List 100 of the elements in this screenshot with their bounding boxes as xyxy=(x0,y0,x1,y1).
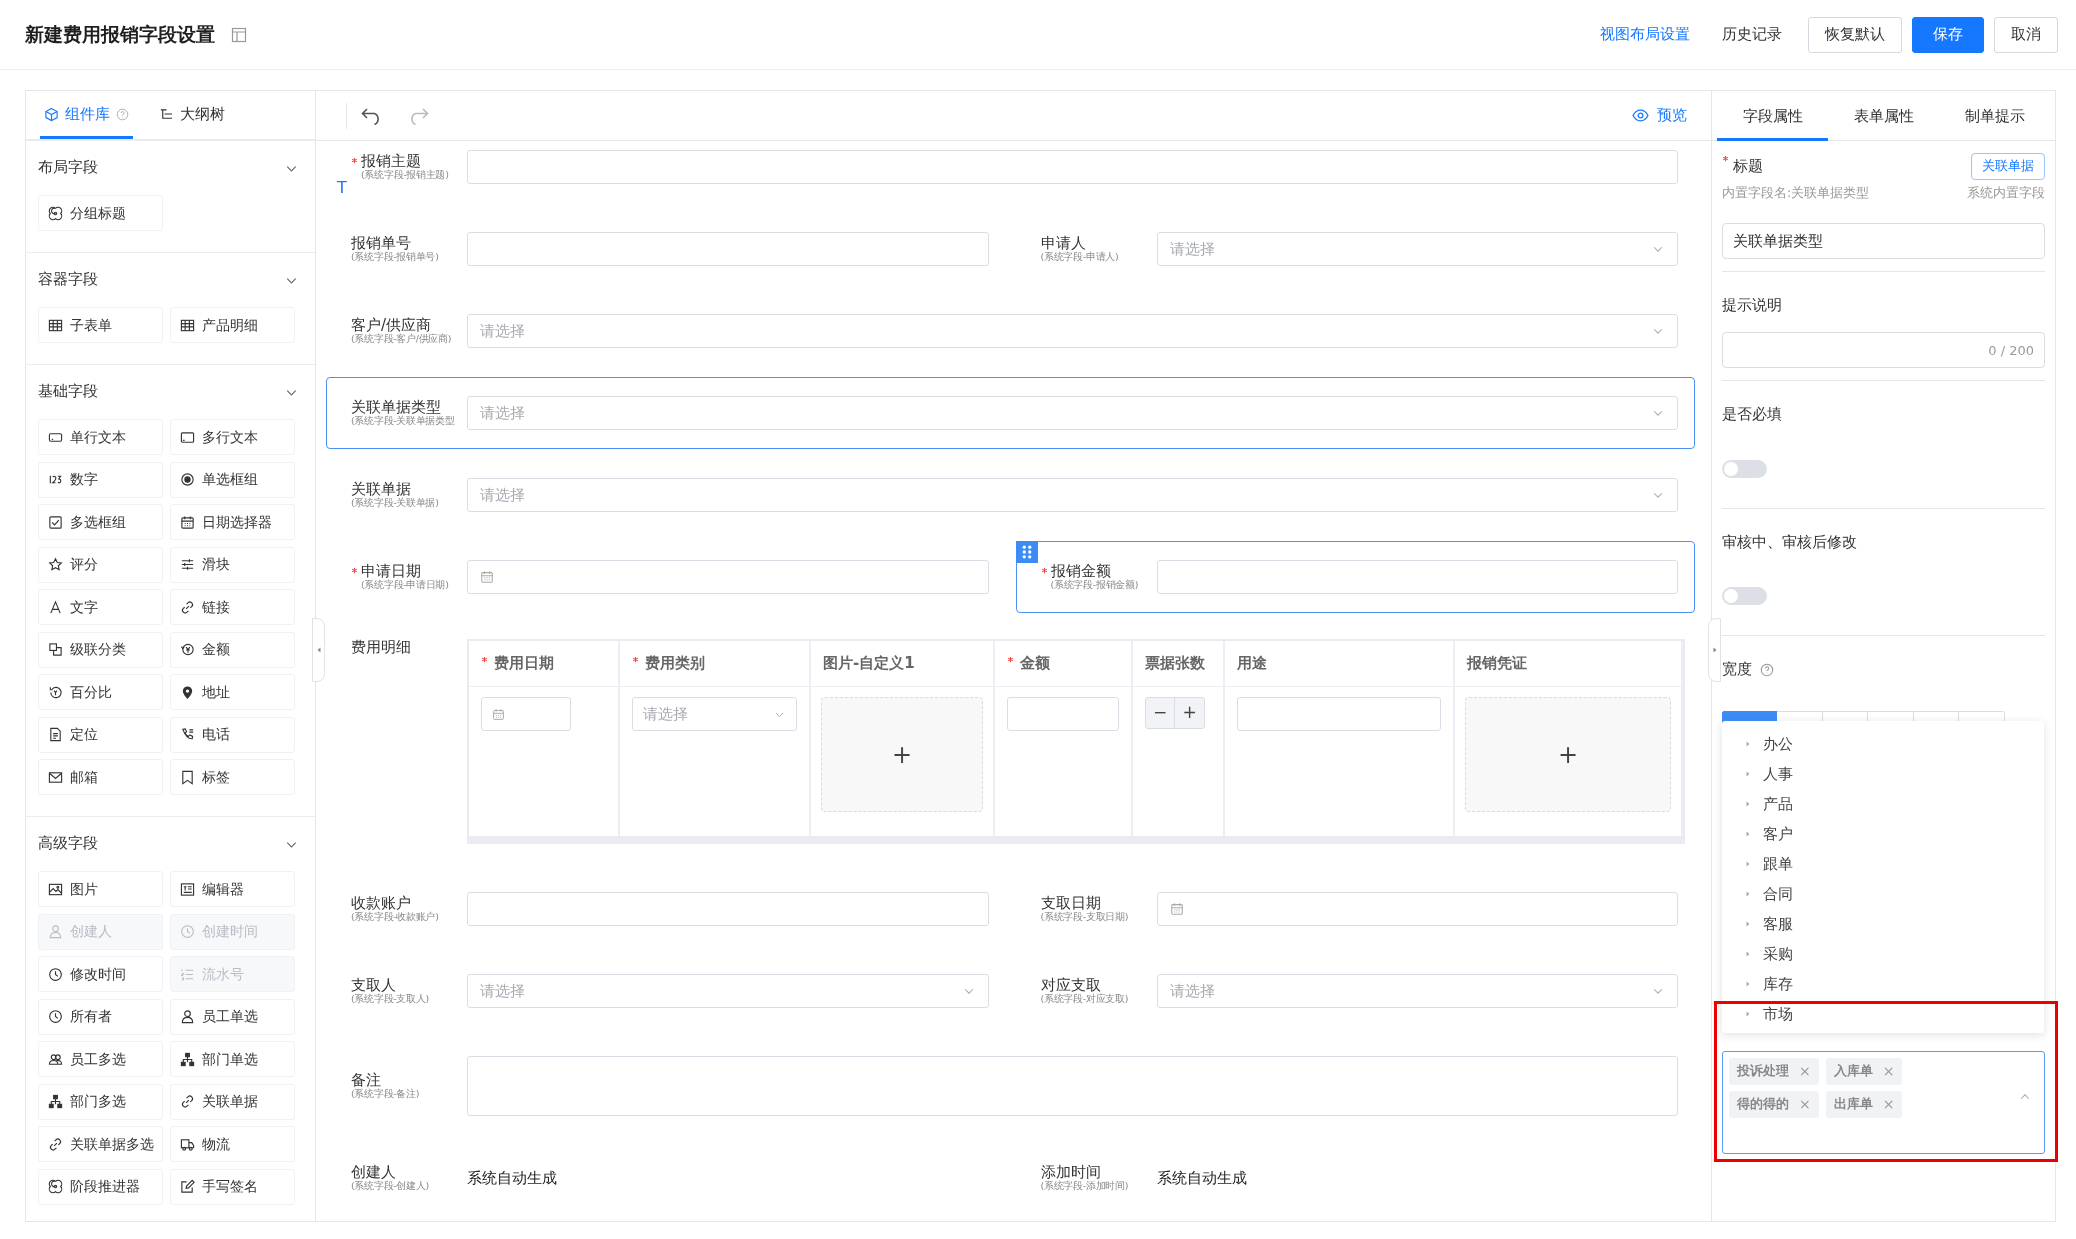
action-button[interactable]: 历史记录 xyxy=(1706,23,1798,46)
preview-button[interactable]: 预览 xyxy=(1626,103,1693,128)
form-field[interactable]: 申请人 (系统字段-申请人) 请选择 xyxy=(1015,213,1695,285)
minus-button[interactable]: − xyxy=(1146,698,1175,728)
drag-handle-icon[interactable] xyxy=(1015,541,1038,563)
title-input[interactable]: 关联单据类型 xyxy=(1722,222,2045,259)
component-item[interactable]: 关联单据多选 xyxy=(38,1126,163,1162)
component-item[interactable]: 单行文本 xyxy=(38,419,163,455)
bookmark-icon xyxy=(180,769,195,785)
upload-button[interactable]: + xyxy=(1465,697,1671,812)
form-field[interactable]: 支取人 (系统字段-支取人) 请选择 xyxy=(326,955,1006,1027)
form-field[interactable]: 备注 (系统字段-备注) xyxy=(326,1037,1695,1135)
panel-tab[interactable]: 表单属性 xyxy=(1828,91,1939,141)
component-item[interactable]: 单选框组 xyxy=(170,461,295,498)
field-hint: (系统字段-支取日期) xyxy=(1040,912,1130,924)
input-field[interactable] xyxy=(467,150,1678,184)
component-item[interactable]: 员工多选 xyxy=(38,1041,163,1077)
component-item[interactable]: 评分 xyxy=(38,546,163,583)
toggle-switch[interactable] xyxy=(1722,459,1767,478)
form-field[interactable]: 费用明细 费用日期 费用类别 请选择 图片-自定义1 + 金额 票据张数 − + 用途 报销凭证 + xyxy=(326,623,1702,863)
dropdown-option[interactable]: 跟单 xyxy=(1722,848,2044,879)
date-field[interactable] xyxy=(1156,892,1678,926)
component-item[interactable]: 物流 xyxy=(170,1126,295,1162)
settings-link[interactable]: 视图布局设置 xyxy=(1584,23,1706,46)
toggle-switch[interactable] xyxy=(1722,587,1767,606)
component-item[interactable]: 标签 xyxy=(170,759,295,795)
form-field[interactable]: 创建人 (系统字段-创建人) 系统自动生成 xyxy=(326,1145,1006,1212)
panel-tab[interactable]: 组件库 xyxy=(40,91,133,139)
form-field[interactable]: 报销主题 (系统字段-报销主题) T xyxy=(326,145,1695,203)
date-field[interactable] xyxy=(481,697,571,731)
component-item[interactable]: 手写签名 xyxy=(170,1168,295,1205)
form-field[interactable]: 关联单据 (系统字段-关联单据) 请选择 xyxy=(326,459,1695,531)
component-item[interactable]: 百分比 xyxy=(38,674,163,710)
textarea-field[interactable] xyxy=(467,1056,1678,1116)
collapse-handle[interactable] xyxy=(1708,618,1721,682)
component-item[interactable]: 邮箱 xyxy=(38,759,163,795)
form-field[interactable]: 报销金额 (系统字段-报销金额) xyxy=(1015,541,1695,613)
form-field[interactable]: 对应支取 (系统字段-对应支取) 请选择 xyxy=(1015,955,1695,1027)
component-item[interactable]: 链接 xyxy=(170,589,295,625)
form-field[interactable]: 申请日期 (系统字段-申请日期) xyxy=(326,541,1006,613)
component-item[interactable]: 多选框组 xyxy=(38,504,163,540)
dropdown-option[interactable]: 办公 xyxy=(1722,728,2044,759)
form-field[interactable]: 支取日期 (系统字段-支取日期) xyxy=(1015,873,1695,945)
dropdown-option[interactable]: 客服 xyxy=(1722,908,2044,939)
link-button[interactable]: 关联单据 xyxy=(1971,153,2045,180)
input-field[interactable] xyxy=(467,892,989,926)
input-field[interactable] xyxy=(467,232,989,266)
component-item[interactable]: 部门多选 xyxy=(38,1083,163,1120)
panel-tab[interactable]: 大纲树 xyxy=(155,91,229,139)
phone-icon xyxy=(180,727,195,742)
component-item[interactable]: 日期选择器 xyxy=(170,504,295,540)
component-item[interactable]: 数字 xyxy=(38,461,163,498)
component-item[interactable]: 定位 xyxy=(38,716,163,753)
form-field[interactable]: 关联单据类型 (系统字段-关联单据类型 请选择 xyxy=(326,377,1695,449)
dropdown-option[interactable]: 采购 xyxy=(1722,938,2044,969)
column-header: 图片-自定义1 xyxy=(811,641,993,687)
component-item[interactable]: 图片 xyxy=(38,871,163,907)
form-field[interactable]: 报销单号 (系统字段-报销单号) xyxy=(326,213,1006,285)
dropdown-option[interactable]: 市场 xyxy=(1722,998,2044,1029)
component-item[interactable]: 多行文本 xyxy=(170,419,295,455)
form-field[interactable]: 客户/供应商 (系统字段-客户/供应商) 请选择 xyxy=(326,295,1695,367)
calendar-icon xyxy=(1169,902,1184,916)
input-field[interactable] xyxy=(1237,697,1441,731)
component-item[interactable]: 子表单 xyxy=(38,307,163,343)
property-label: 宽度 xyxy=(1722,659,1752,681)
action-button[interactable]: 取消 xyxy=(1994,16,2058,53)
component-item[interactable]: 修改时间 xyxy=(38,956,163,992)
component-item[interactable]: 滑块 xyxy=(170,546,295,583)
upload-button[interactable]: + xyxy=(821,697,983,812)
component-item[interactable]: 文字 xyxy=(38,589,163,625)
dropdown-option[interactable]: 人事 xyxy=(1722,758,2044,789)
component-item[interactable]: 地址 xyxy=(170,674,295,710)
component-item[interactable]: 金额 xyxy=(170,631,295,668)
component-item[interactable]: 所有者 xyxy=(38,998,163,1035)
component-item[interactable]: 编辑器 xyxy=(170,871,295,907)
component-item[interactable]: 电话 xyxy=(170,716,295,753)
panel-tab[interactable]: 制单提示 xyxy=(1939,91,2050,141)
dropdown-option[interactable]: 合同 xyxy=(1722,878,2044,909)
component-item[interactable]: 级联分类 xyxy=(38,631,163,668)
date-field[interactable] xyxy=(467,560,989,594)
dropdown-option[interactable]: 产品 xyxy=(1722,788,2044,819)
form-field[interactable]: 添加时间 (系统字段-添加时间) 系统自动生成 xyxy=(1015,1145,1695,1212)
layout-icon[interactable] xyxy=(231,26,247,43)
list-icon xyxy=(180,966,195,982)
action-button[interactable]: 保存 xyxy=(1912,16,1984,53)
input-field[interactable] xyxy=(1007,697,1119,731)
component-item[interactable]: 关联单据 xyxy=(170,1083,295,1120)
dropdown-option[interactable]: 库存 xyxy=(1722,968,2044,999)
component-item[interactable]: 阶段推进器 xyxy=(38,1168,163,1205)
component-item[interactable]: 部门单选 xyxy=(170,1041,295,1077)
dropdown-option[interactable]: 客户 xyxy=(1722,818,2044,849)
form-field[interactable]: 收款账户 (系统字段-收款账户) xyxy=(326,873,1006,945)
component-item[interactable]: 分组标题 xyxy=(38,195,163,231)
action-button[interactable]: 恢复默认 xyxy=(1808,16,1902,53)
component-item[interactable]: 员工单选 xyxy=(170,998,295,1035)
component-item[interactable]: 产品明细 xyxy=(170,307,295,343)
panel-tab[interactable]: 字段属性 xyxy=(1717,91,1828,141)
input-field[interactable] xyxy=(1156,560,1678,594)
collapse-handle[interactable] xyxy=(312,618,325,682)
plus-button[interactable]: + xyxy=(1175,698,1204,728)
